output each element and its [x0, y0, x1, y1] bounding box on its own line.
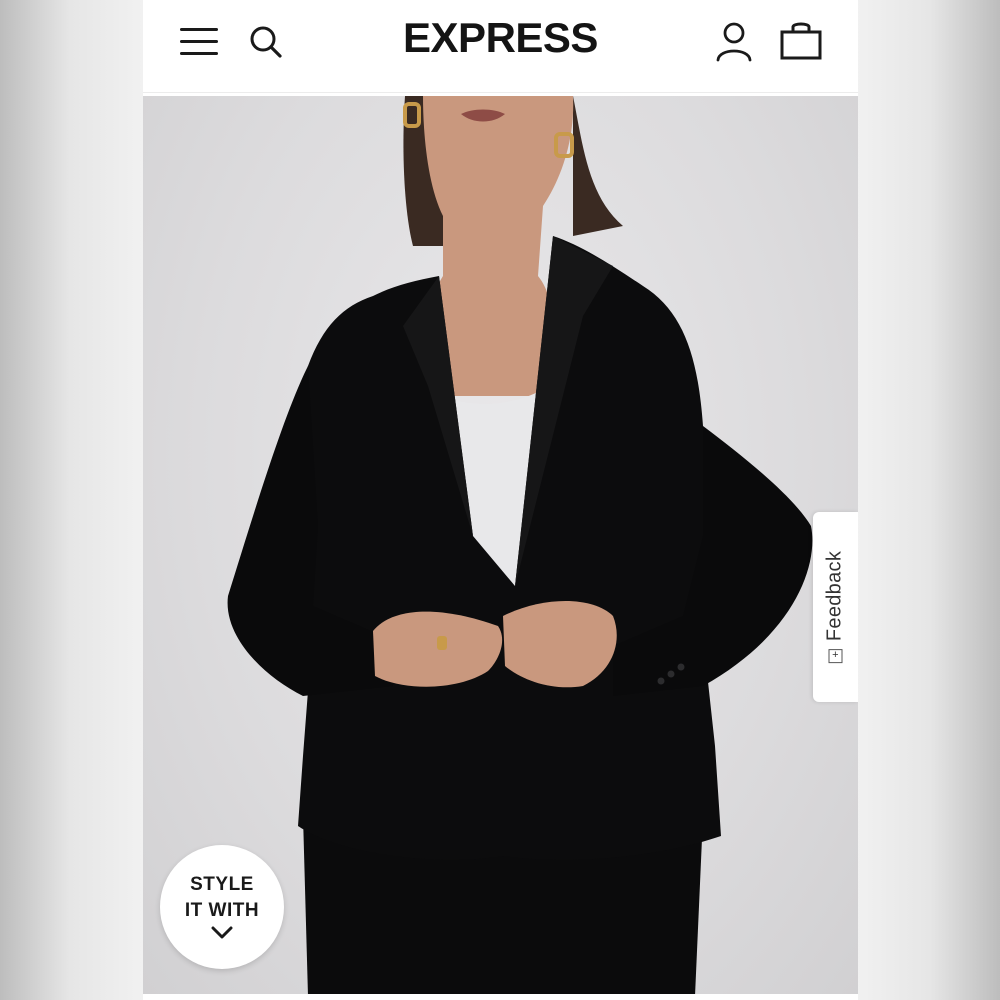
feedback-tab[interactable]: + Feedback: [813, 512, 858, 702]
site-header: EXPRESS: [143, 0, 858, 93]
style-it-with-line2: IT WITH: [184, 900, 260, 921]
ring: [437, 636, 447, 650]
mobile-screen: EXPRESS + Feedback STYLE IT WITH: [143, 0, 858, 1000]
account-icon[interactable]: [713, 20, 755, 64]
shopping-bag-icon[interactable]: [778, 18, 824, 64]
style-it-with-button[interactable]: STYLE IT WITH: [160, 845, 284, 969]
feedback-icon: +: [828, 649, 842, 664]
feedback-label: Feedback: [823, 550, 846, 642]
bottom-edge: [143, 994, 858, 1000]
chevron-down-icon: [211, 926, 233, 939]
style-it-with-line1: STYLE: [190, 874, 254, 895]
hair-right: [573, 96, 623, 236]
